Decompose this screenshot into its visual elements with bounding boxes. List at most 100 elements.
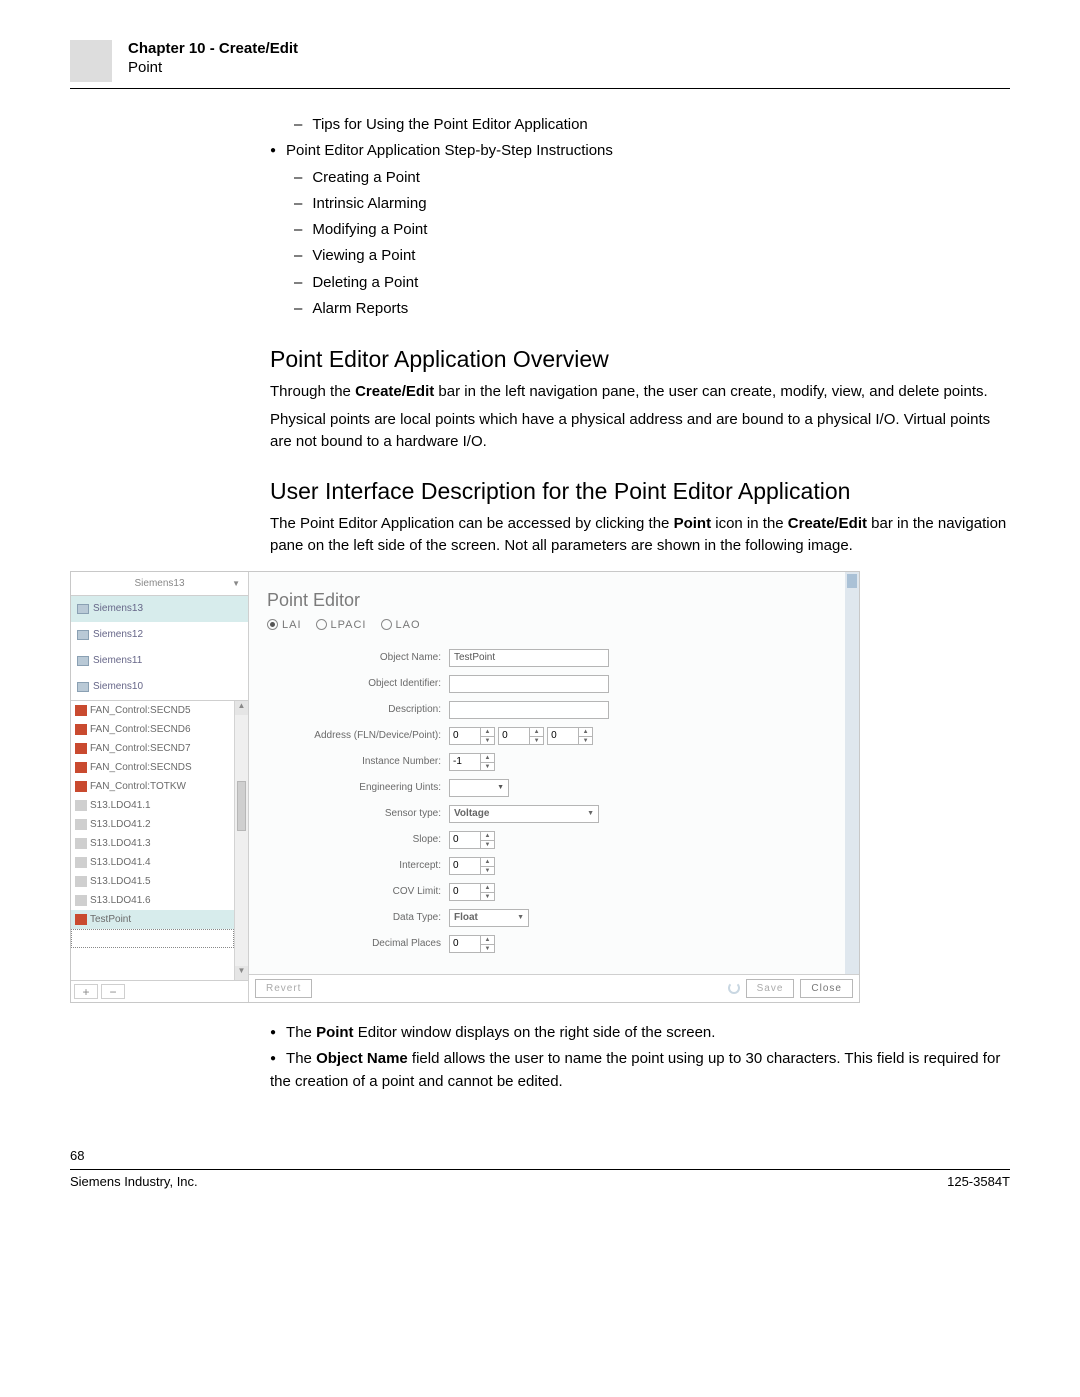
para: Through the Create/Edit bar in the left … bbox=[270, 381, 1010, 403]
data-type-select[interactable]: Float▼ bbox=[449, 909, 529, 927]
label: Object Name: bbox=[249, 652, 449, 663]
tree-leaf[interactable]: S13.LDO41.3 bbox=[71, 834, 234, 853]
toc-item: Tips for Using the Point Editor Applicat… bbox=[294, 113, 1010, 136]
tree-leaf-empty[interactable] bbox=[71, 929, 234, 948]
step-down-icon[interactable]: ▼ bbox=[481, 867, 494, 875]
label: COV Limit: bbox=[249, 886, 449, 897]
toc-item: Modifying a Point bbox=[294, 218, 1010, 241]
tree-leaf[interactable]: S13.LDO41.5 bbox=[71, 872, 234, 891]
instance-spin[interactable]: ▲▼ bbox=[449, 753, 495, 771]
point-icon bbox=[75, 762, 87, 773]
object-name-input[interactable] bbox=[449, 649, 609, 667]
page-number: 68 bbox=[70, 1148, 1010, 1163]
cov-spin[interactable]: ▲▼ bbox=[449, 883, 495, 901]
chevron-down-icon: ▼ bbox=[232, 579, 240, 588]
eng-units-select[interactable]: ▼ bbox=[449, 779, 509, 797]
radio-lao[interactable]: LAO bbox=[381, 619, 421, 631]
tree-leaf[interactable]: FAN_Control:SECND7 bbox=[71, 739, 234, 758]
scrollbar[interactable]: ▲ ▼ bbox=[234, 701, 248, 980]
tree-leaf[interactable]: S13.LDO41.1 bbox=[71, 796, 234, 815]
object-id-input[interactable] bbox=[449, 675, 609, 693]
folder-icon bbox=[77, 630, 89, 640]
point-icon bbox=[75, 781, 87, 792]
tree-leaf[interactable]: S13.LDO41.2 bbox=[71, 815, 234, 834]
slope-spin[interactable]: ▲▼ bbox=[449, 831, 495, 849]
tree-node[interactable]: Siemens11 bbox=[71, 648, 248, 674]
tree-leaf[interactable]: FAN_Control:SECND6 bbox=[71, 720, 234, 739]
scroll-down-icon[interactable]: ▼ bbox=[235, 966, 248, 980]
step-up-icon[interactable]: ▲ bbox=[481, 832, 494, 841]
toc-item: Intrinsic Alarming bbox=[294, 192, 1010, 215]
label: Object Identifier: bbox=[249, 678, 449, 689]
tree-leaf[interactable]: FAN_Control:TOTKW bbox=[71, 777, 234, 796]
loading-icon bbox=[728, 982, 740, 994]
footer-right: 125-3584T bbox=[947, 1174, 1010, 1189]
step-down-icon[interactable]: ▼ bbox=[481, 763, 494, 771]
step-up-icon[interactable]: ▲ bbox=[481, 728, 494, 737]
label: Address (FLN/Device/Point): bbox=[249, 730, 449, 741]
address-spin-1[interactable]: ▲▼ bbox=[498, 727, 544, 745]
tree-node[interactable]: Siemens13 bbox=[71, 596, 248, 622]
decimal-spin[interactable]: ▲▼ bbox=[449, 935, 495, 953]
close-button[interactable]: Close bbox=[800, 979, 853, 998]
step-up-icon[interactable]: ▲ bbox=[481, 754, 494, 763]
chapter-title: Chapter 10 - Create/Edit bbox=[128, 40, 298, 57]
chevron-down-icon: ▼ bbox=[587, 810, 594, 817]
point-icon bbox=[75, 914, 87, 925]
editor-title: Point Editor bbox=[249, 572, 859, 619]
address-spin-2[interactable]: ▲▼ bbox=[547, 727, 593, 745]
step-up-icon[interactable]: ▲ bbox=[481, 884, 494, 893]
label: Instance Number: bbox=[249, 756, 449, 767]
scrollbar-right[interactable] bbox=[845, 572, 859, 974]
step-down-icon[interactable]: ▼ bbox=[481, 841, 494, 849]
tree-node[interactable]: Siemens10 bbox=[71, 674, 248, 700]
label: Slope: bbox=[249, 834, 449, 845]
label: Decimal Places bbox=[249, 938, 449, 949]
panel-dropdown[interactable]: Siemens13▼ bbox=[71, 572, 248, 596]
toc-item: Alarm Reports bbox=[294, 297, 1010, 320]
para: The Point Editor Application can be acce… bbox=[270, 513, 1010, 557]
scroll-up-icon[interactable]: ▲ bbox=[235, 701, 248, 715]
chevron-down-icon: ▼ bbox=[517, 914, 524, 921]
folder-icon bbox=[77, 656, 89, 666]
tree-leaf[interactable]: S13.LDO41.6 bbox=[71, 891, 234, 910]
save-button[interactable]: Save bbox=[746, 979, 795, 998]
step-up-icon[interactable]: ▲ bbox=[579, 728, 592, 737]
revert-button[interactable]: Revert bbox=[255, 979, 312, 998]
point-icon bbox=[75, 705, 87, 716]
tree-leaf[interactable]: FAN_Control:SECNDS bbox=[71, 758, 234, 777]
description-input[interactable] bbox=[449, 701, 609, 719]
toc-bullet: Point Editor Application Step-by-Step In… bbox=[270, 139, 1010, 162]
tree-leaf[interactable]: S13.LDO41.4 bbox=[71, 853, 234, 872]
footer-left: Siemens Industry, Inc. bbox=[70, 1174, 198, 1189]
toc-item: Deleting a Point bbox=[294, 271, 1010, 294]
intercept-spin[interactable]: ▲▼ bbox=[449, 857, 495, 875]
label: Description: bbox=[249, 704, 449, 715]
radio-lai[interactable]: LAI bbox=[267, 619, 302, 631]
step-up-icon[interactable]: ▲ bbox=[481, 858, 494, 867]
tree-node[interactable]: Siemens12 bbox=[71, 622, 248, 648]
step-up-icon[interactable]: ▲ bbox=[481, 936, 494, 945]
step-down-icon[interactable]: ▼ bbox=[579, 737, 592, 745]
step-down-icon[interactable]: ▼ bbox=[481, 893, 494, 901]
step-down-icon[interactable]: ▼ bbox=[481, 945, 494, 953]
step-down-icon[interactable]: ▼ bbox=[530, 737, 543, 745]
add-button[interactable]: + bbox=[74, 984, 98, 999]
step-up-icon[interactable]: ▲ bbox=[530, 728, 543, 737]
radio-lpaci[interactable]: LPACI bbox=[316, 619, 367, 631]
tree-leaf[interactable]: TestPoint bbox=[71, 910, 234, 929]
label: Data Type: bbox=[249, 912, 449, 923]
remove-button[interactable]: − bbox=[101, 984, 125, 999]
point-editor-screenshot: Siemens13▼ Siemens13Siemens12Siemens11Si… bbox=[70, 571, 860, 1003]
after-bullet: The Object Name field allows the user to… bbox=[270, 1047, 1010, 1094]
tree-leaf[interactable]: FAN_Control:SECND5 bbox=[71, 701, 234, 720]
section-title-overview: Point Editor Application Overview bbox=[270, 346, 1010, 373]
chapter-sub: Point bbox=[128, 59, 298, 76]
point-icon bbox=[75, 838, 87, 849]
step-down-icon[interactable]: ▼ bbox=[481, 737, 494, 745]
sensor-type-select[interactable]: Voltage▼ bbox=[449, 805, 599, 823]
folder-icon bbox=[77, 604, 89, 614]
address-spin-0[interactable]: ▲▼ bbox=[449, 727, 495, 745]
scroll-thumb[interactable] bbox=[237, 781, 246, 831]
section-title-ui: User Interface Description for the Point… bbox=[270, 478, 1010, 505]
